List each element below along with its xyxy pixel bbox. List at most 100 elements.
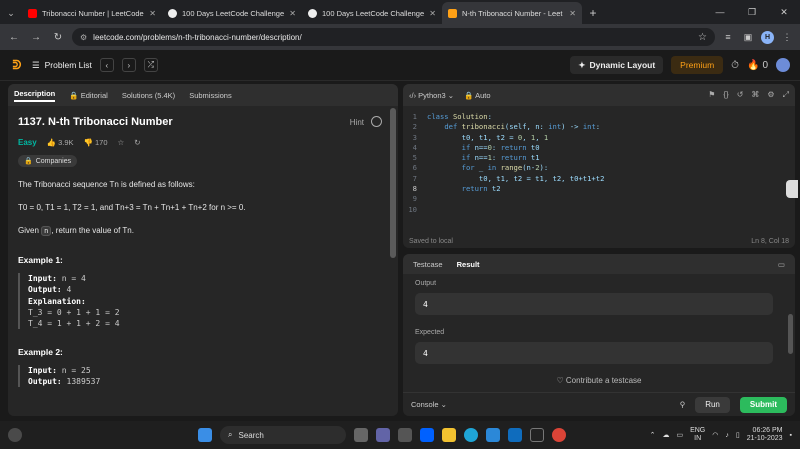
browser-tab-2[interactable]: 100 Days LeetCode Challenge ✕ bbox=[162, 2, 302, 24]
site-info-icon[interactable]: ⚙ bbox=[80, 33, 87, 42]
media-player-icon[interactable] bbox=[530, 428, 544, 442]
tab-submissions[interactable]: Submissions bbox=[189, 91, 232, 100]
dropbox-icon[interactable] bbox=[420, 428, 434, 442]
user-avatar[interactable] bbox=[776, 58, 790, 72]
app-icon[interactable] bbox=[486, 428, 500, 442]
like-button[interactable]: 👍 3.9K bbox=[47, 138, 74, 147]
result-scrollbar[interactable] bbox=[788, 314, 793, 354]
bookmark-star-icon[interactable]: ☆ bbox=[698, 32, 707, 43]
settings-icon[interactable]: ⚙ bbox=[767, 90, 774, 100]
system-tray: ⌃ ☁ ▭ ENG IN ◠ ♪ ▯ 06:26 PM 21-10-2023 ▪ bbox=[650, 427, 792, 444]
submit-button[interactable]: Submit bbox=[739, 396, 787, 413]
debug-icon[interactable]: ⚲ bbox=[680, 400, 686, 409]
url-bar[interactable]: ⚙ leetcode.com/problems/n-th-tribonacci-… bbox=[72, 28, 715, 46]
companies-tag[interactable]: 🔒 Companies bbox=[18, 155, 78, 167]
para3-post: , return the value of Tn. bbox=[51, 226, 134, 236]
line-number: 9 bbox=[412, 194, 417, 204]
contribute-testcase-link[interactable]: ♡ Contribute a testcase bbox=[403, 376, 795, 385]
mode-toggle[interactable]: 🔒 Auto bbox=[464, 91, 490, 100]
tab-description[interactable]: Description bbox=[14, 89, 56, 102]
code-line: 9 bbox=[403, 194, 795, 204]
chevron-up-icon[interactable]: ⌃ bbox=[650, 431, 656, 439]
volume-icon[interactable]: ♪ bbox=[725, 432, 729, 439]
profile-avatar[interactable]: H bbox=[761, 30, 774, 44]
streak-counter[interactable]: 🔥 0 bbox=[747, 60, 768, 71]
code-text: if n==1: return t1 bbox=[461, 153, 540, 163]
youtube-icon bbox=[28, 8, 37, 18]
weather-icon[interactable] bbox=[8, 428, 22, 442]
close-icon[interactable]: ✕ bbox=[569, 9, 576, 18]
clock[interactable]: 06:26 PM 21-10-2023 bbox=[747, 427, 783, 444]
para3-pre: Given bbox=[18, 226, 39, 236]
notification-icon[interactable]: ▪ bbox=[790, 432, 792, 439]
next-problem-button[interactable]: › bbox=[121, 58, 136, 72]
browser-tab-4[interactable]: N-th Tribonacci Number - Leet ✕ bbox=[442, 2, 582, 24]
star-icon[interactable]: ☆ bbox=[118, 138, 125, 147]
more-options-icon[interactable] bbox=[371, 116, 382, 127]
shuffle-button[interactable]: ⤮ bbox=[143, 58, 158, 72]
expand-icon[interactable]: ⤢ bbox=[783, 90, 789, 100]
hint-button[interactable]: Hint bbox=[350, 118, 364, 127]
notes-side-tab[interactable] bbox=[786, 180, 798, 198]
close-icon[interactable]: ✕ bbox=[289, 9, 296, 18]
code-text: if n==0: return t0 bbox=[461, 142, 540, 152]
tab-editorial[interactable]: 🔒 Editorial bbox=[69, 91, 108, 100]
shortcut-icon[interactable]: ⌘ bbox=[751, 90, 759, 100]
restore-icon[interactable]: ❐ bbox=[736, 0, 768, 24]
run-button[interactable]: Run bbox=[695, 396, 730, 413]
console-toggle[interactable]: Console ⌄ bbox=[411, 400, 447, 409]
teams-icon[interactable] bbox=[376, 428, 390, 442]
menu-icon[interactable]: ⋮ bbox=[780, 30, 794, 44]
output-value: 1389537 bbox=[66, 377, 101, 387]
timer-icon[interactable]: ⏱ bbox=[731, 60, 739, 71]
close-icon[interactable]: ✕ bbox=[149, 9, 156, 18]
onedrive-icon[interactable]: ▭ bbox=[676, 431, 683, 439]
tab-search-dropdown[interactable]: ⌄ bbox=[0, 2, 22, 24]
prev-problem-button[interactable]: ‹ bbox=[99, 58, 114, 72]
problem-list-button[interactable]: ☰ Problem List bbox=[32, 60, 92, 71]
file-explorer-icon[interactable] bbox=[442, 428, 456, 442]
media-icon[interactable]: ≡ bbox=[721, 30, 735, 44]
browser-tab-3[interactable]: 100 Days LeetCode Challenge ✕ bbox=[302, 2, 442, 24]
reload-icon[interactable]: ↻ bbox=[50, 29, 66, 45]
language-select[interactable]: ‹/› Python3 ⌄ bbox=[409, 91, 454, 100]
battery-icon[interactable]: ▯ bbox=[736, 431, 740, 439]
bookmark-icon[interactable]: ⚑ bbox=[708, 90, 715, 100]
task-view-icon[interactable] bbox=[354, 428, 368, 442]
chrome-icon[interactable] bbox=[552, 428, 566, 442]
tab-result[interactable]: Result bbox=[457, 260, 480, 269]
forward-icon[interactable]: → bbox=[28, 29, 44, 45]
maximize-icon[interactable]: ▭ bbox=[778, 260, 785, 269]
leetcode-logo-icon[interactable]: ᕲ bbox=[10, 58, 24, 72]
back-icon[interactable]: ← bbox=[6, 29, 22, 45]
braces-icon[interactable]: {} bbox=[723, 90, 728, 100]
share-icon[interactable]: ↻ bbox=[134, 138, 140, 147]
browser-tab-1[interactable]: Tribonacci Number | LeetCode ✕ bbox=[22, 2, 162, 24]
edge-icon[interactable] bbox=[464, 428, 478, 442]
mail-icon[interactable] bbox=[508, 428, 522, 442]
tab-solutions[interactable]: Solutions (5.4K) bbox=[122, 91, 175, 100]
new-tab-button[interactable]: + bbox=[582, 2, 604, 24]
video-icon[interactable] bbox=[398, 428, 412, 442]
tab-testcase[interactable]: Testcase bbox=[413, 260, 443, 269]
side-panel-icon[interactable]: ▣ bbox=[741, 30, 755, 44]
explanation-line: T_3 = 0 + 1 + 1 = 2 bbox=[28, 307, 120, 317]
language-indicator[interactable]: ENG IN bbox=[690, 427, 705, 444]
close-icon[interactable]: ✕ bbox=[429, 9, 436, 18]
tab-label: 100 Days LeetCode Challenge bbox=[322, 8, 425, 18]
description-scrollbar[interactable] bbox=[390, 108, 396, 258]
input-value: n = 25 bbox=[61, 366, 91, 376]
dislike-button[interactable]: 👎 170 bbox=[84, 138, 108, 147]
premium-button[interactable]: Premium bbox=[671, 56, 724, 74]
leetcode-icon bbox=[448, 8, 457, 18]
windows-start-icon[interactable] bbox=[198, 428, 212, 442]
wifi-icon[interactable]: ◠ bbox=[712, 431, 718, 439]
reset-icon[interactable]: ↺ bbox=[737, 90, 744, 100]
dynamic-layout-button[interactable]: ✦ Dynamic Layout bbox=[570, 56, 664, 74]
code-area[interactable]: 1 class Solution: 2 def tribonacci(self, … bbox=[403, 106, 795, 215]
cloud-icon[interactable]: ☁ bbox=[662, 431, 669, 439]
taskbar-search[interactable]: ⌕ Search bbox=[220, 426, 346, 444]
explanation-line: T_4 = 1 + 1 + 2 = 4 bbox=[28, 318, 120, 328]
minimize-icon[interactable]: — bbox=[704, 0, 736, 24]
close-window-icon[interactable]: ✕ bbox=[768, 0, 800, 24]
